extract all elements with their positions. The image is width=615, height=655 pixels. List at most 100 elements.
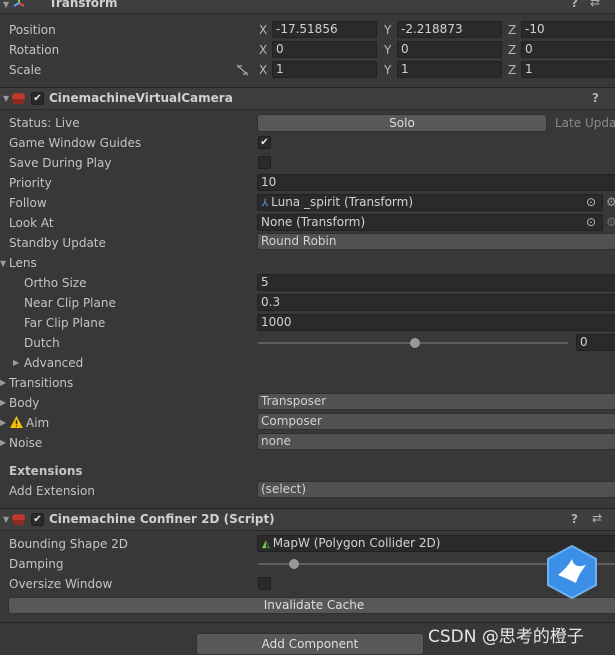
vcam-enabled-checkbox[interactable]: ✔: [31, 92, 44, 105]
scale-x-field[interactable]: 1: [272, 61, 377, 78]
gear-icon[interactable]: ⚙: [606, 215, 615, 229]
extensions-heading-row: Extensions: [0, 461, 615, 481]
look-at-field[interactable]: None (Transform): [257, 214, 603, 231]
priority-row: Priority 10: [0, 173, 615, 193]
position-x-field[interactable]: -17.51856: [272, 21, 377, 38]
follow-field[interactable]: ⅄ Luna _spirit (Transform): [257, 194, 603, 211]
position-row: Position X -17.51856 Y -2.218873 Z -10: [0, 20, 615, 40]
dutch-field[interactable]: 0: [576, 334, 615, 351]
damping-slider-knob[interactable]: [289, 559, 299, 569]
game-window-guides-checkbox[interactable]: ✔: [258, 136, 271, 149]
object-picker-icon[interactable]: ⊙: [586, 195, 596, 209]
warning-icon: [10, 416, 23, 428]
help-icon[interactable]: ?: [592, 91, 599, 105]
rotation-y-field[interactable]: 0: [397, 41, 502, 58]
confiner-enabled-checkbox[interactable]: ✔: [31, 513, 44, 526]
scale-y-field[interactable]: 1: [397, 61, 502, 78]
y-axis-label[interactable]: Y: [384, 23, 391, 37]
constrain-proportions-icon[interactable]: [236, 64, 249, 76]
damping-row: Damping: [0, 554, 615, 574]
help-icon[interactable]: ?: [571, 512, 578, 526]
object-picker-icon[interactable]: ⊙: [586, 215, 596, 229]
priority-label: Priority: [9, 176, 52, 190]
transform-header[interactable]: ▼ Transform ? ⇄: [0, 0, 615, 14]
x-axis-label[interactable]: X: [259, 43, 267, 57]
advanced-row[interactable]: ▶ Advanced: [0, 353, 615, 373]
x-axis-label[interactable]: X: [259, 23, 267, 37]
game-window-guides-row: Game Window Guides ✔: [0, 133, 615, 153]
lens-label: Lens: [9, 256, 37, 270]
far-clip-label: Far Clip Plane: [24, 316, 106, 330]
scale-z-field[interactable]: 1: [521, 61, 615, 78]
solo-button[interactable]: Solo: [257, 114, 547, 132]
body-dropdown[interactable]: Transposer: [257, 393, 615, 410]
body-row: ▶ Body Transposer: [0, 393, 615, 413]
aim-dropdown[interactable]: Composer: [257, 413, 615, 430]
extensions-title: Extensions: [9, 464, 83, 478]
save-during-play-checkbox[interactable]: [258, 156, 271, 169]
rotation-x-field[interactable]: 0: [272, 41, 377, 58]
confiner-header[interactable]: ▼ ✔ Cinemachine Confiner 2D (Script) ? ⇄: [0, 508, 615, 531]
add-extension-label: Add Extension: [9, 484, 95, 498]
follow-value: Luna _spirit (Transform): [271, 195, 414, 209]
z-axis-label[interactable]: Z: [508, 43, 516, 57]
foldout-arrow-icon[interactable]: ▼: [3, 94, 9, 103]
watermark-text: CSDN @思考的橙子: [428, 627, 584, 647]
far-clip-row: Far Clip Plane 1000: [0, 313, 615, 333]
standby-update-dropdown[interactable]: Round Robin: [257, 233, 615, 250]
y-axis-label[interactable]: Y: [384, 43, 391, 57]
body-label: Body: [9, 396, 40, 410]
lens-row[interactable]: ▼ Lens: [0, 253, 615, 273]
far-clip-field[interactable]: 1000: [257, 314, 615, 331]
dutch-label: Dutch: [24, 336, 60, 350]
presets-icon[interactable]: ⇄: [590, 0, 600, 9]
dutch-row: Dutch 0: [0, 333, 615, 353]
presets-icon[interactable]: ⇄: [592, 511, 602, 525]
standby-update-row: Standby Update Round Robin: [0, 233, 615, 253]
bird-badge-icon[interactable]: [546, 545, 598, 599]
add-extension-dropdown[interactable]: (select): [257, 481, 615, 498]
near-clip-row: Near Clip Plane 0.3: [0, 293, 615, 313]
z-axis-label[interactable]: Z: [508, 63, 516, 77]
status-label: Status: Live: [9, 116, 80, 130]
confiner-title: Cinemachine Confiner 2D (Script): [49, 512, 275, 526]
foldout-arrow-icon[interactable]: ▶: [0, 418, 6, 427]
late-update-label: Late Update: [555, 116, 615, 130]
transitions-row[interactable]: ▶ Transitions: [0, 373, 615, 393]
foldout-arrow-icon[interactable]: ▶: [13, 358, 19, 367]
noise-label: Noise: [9, 436, 43, 450]
aim-label: Aim: [26, 416, 50, 430]
bounding-shape-row: Bounding Shape 2D ◭ MapW (Polygon Collide…: [0, 534, 615, 554]
foldout-arrow-icon[interactable]: ▶: [0, 398, 6, 407]
position-y-field[interactable]: -2.218873: [397, 21, 502, 38]
foldout-arrow-icon[interactable]: ▼: [3, 515, 9, 524]
y-axis-label[interactable]: Y: [384, 63, 391, 77]
foldout-arrow-icon[interactable]: ▶: [0, 438, 6, 447]
ortho-size-field[interactable]: 5: [257, 274, 615, 291]
gear-icon[interactable]: ⚙: [606, 195, 615, 209]
noise-dropdown[interactable]: none: [257, 433, 615, 450]
noise-row: ▶ Noise none: [0, 433, 615, 453]
transform-icon: [13, 0, 25, 7]
z-axis-label[interactable]: Z: [508, 23, 516, 37]
foldout-arrow-icon[interactable]: ▼: [0, 259, 6, 268]
vcam-title: CinemachineVirtualCamera: [49, 91, 233, 105]
rotation-z-field[interactable]: 0: [521, 41, 615, 58]
oversize-window-checkbox[interactable]: [258, 577, 271, 590]
dutch-slider-knob[interactable]: [410, 338, 420, 348]
rotation-label: Rotation: [9, 43, 60, 57]
help-icon[interactable]: ?: [571, 0, 578, 10]
follow-label: Follow: [9, 196, 47, 210]
near-clip-field[interactable]: 0.3: [257, 294, 615, 311]
position-label: Position: [9, 23, 56, 37]
priority-field[interactable]: 10: [257, 174, 615, 191]
invalidate-cache-button[interactable]: Invalidate Cache: [8, 597, 615, 614]
position-z-field[interactable]: -10: [521, 21, 615, 38]
rotation-row: Rotation X 0 Y 0 Z 0: [0, 40, 615, 60]
advanced-label: Advanced: [24, 356, 84, 370]
vcam-header[interactable]: ▼ ✔ CinemachineVirtualCamera ?: [0, 87, 615, 110]
x-axis-label[interactable]: X: [259, 63, 267, 77]
foldout-arrow-icon[interactable]: ▼: [3, 0, 9, 9]
bounding-shape-value: MapW (Polygon Collider 2D): [272, 536, 441, 550]
foldout-arrow-icon[interactable]: ▶: [0, 378, 6, 387]
